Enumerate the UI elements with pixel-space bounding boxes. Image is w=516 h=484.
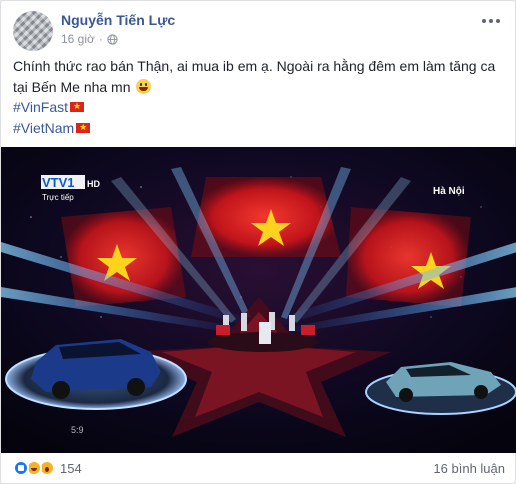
post-text-line-1: Chính thức rao bán Thận, ai mua ib em ạ.… xyxy=(13,58,496,74)
vietnam-flag-icon xyxy=(70,99,84,115)
author-name[interactable]: Nguyễn Tiến Lực xyxy=(61,12,175,28)
live-label: Trực tiếp xyxy=(42,193,74,202)
hashtag-vietnam-label[interactable]: #VietNam xyxy=(13,120,74,136)
post-text-line-2-text: tại Bến Me nha mn xyxy=(13,79,131,95)
location-label: Hà Nội xyxy=(433,186,465,197)
post-header: Nguyễn Tiến Lực 16 giờ · xyxy=(13,11,505,51)
stage-scene-image: VTV1 HD Trực tiếp Hà Nội 5:9 xyxy=(1,147,516,453)
comment-count[interactable]: 16 bình luận xyxy=(433,461,505,476)
left-flag xyxy=(61,207,186,307)
post-time[interactable]: 16 giờ xyxy=(61,32,95,46)
broadcaster-label: VTV1 xyxy=(42,175,75,190)
more-icon[interactable] xyxy=(479,13,503,29)
smile-emoji-icon xyxy=(136,79,152,94)
post-text: Chính thức rao bán Thận, ai mua ib em ạ.… xyxy=(13,56,505,98)
hd-label: HD xyxy=(87,179,100,189)
avatar[interactable] xyxy=(13,11,53,51)
post-text-line-2: tại Bến Me nha mn xyxy=(13,77,505,98)
hashtag-vinfast-label[interactable]: #VinFast xyxy=(13,99,68,115)
hashtag-vietnam[interactable]: #VietNam xyxy=(13,120,91,136)
post-footer: 154 16 bình luận xyxy=(13,457,505,481)
reaction-count[interactable]: 154 xyxy=(60,461,82,476)
timestamp-overlay: 5:9 xyxy=(71,425,84,435)
post-meta: 16 giờ · xyxy=(61,32,118,46)
meta-separator: · xyxy=(98,32,103,46)
like-icon xyxy=(13,460,29,476)
globe-icon xyxy=(107,33,118,45)
post-photo[interactable]: VTV1 HD Trực tiếp Hà Nội 5:9 xyxy=(1,147,516,453)
hashtag-vinfast[interactable]: #VinFast xyxy=(13,99,84,115)
reactions-summary[interactable]: 154 xyxy=(13,460,82,476)
vietnam-flag-icon xyxy=(76,120,91,136)
post-card: Nguyễn Tiến Lực 16 giờ · Chính thức rao … xyxy=(0,0,516,484)
